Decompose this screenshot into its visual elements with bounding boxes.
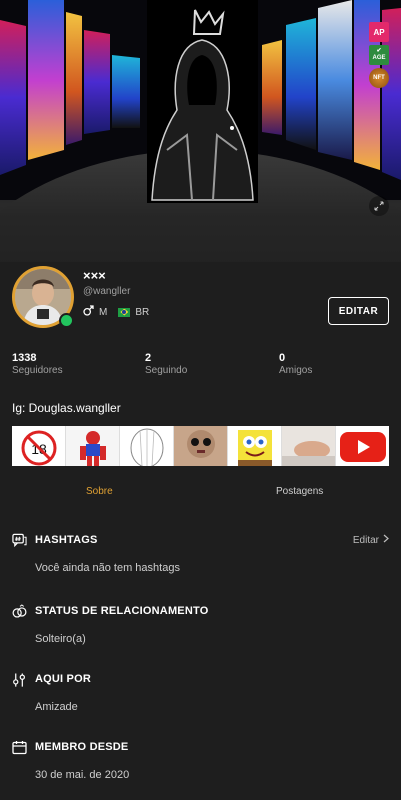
edit-profile-button[interactable]: EDITAR: [328, 297, 389, 325]
gallery-thumb-spiderman[interactable]: [66, 426, 120, 466]
calendar-icon: [12, 740, 27, 755]
edit-hashtags-link[interactable]: Editar: [353, 534, 389, 546]
stat-followers[interactable]: 1338 Seguidores: [12, 352, 63, 376]
section-title: AQUI POR: [35, 673, 91, 685]
brazil-flag-icon: [118, 307, 131, 317]
rings-icon: [12, 603, 27, 619]
expand-icon[interactable]: [369, 196, 389, 216]
profile-tabs: Sobre Postagens: [0, 486, 401, 508]
stat-value: 0: [279, 352, 286, 364]
cover-banner: AP ✔ AGE NFT: [0, 0, 401, 262]
chevron-right-icon: [383, 534, 389, 546]
check-icon: ✔: [376, 48, 382, 54]
tab-about[interactable]: Sobre: [86, 486, 113, 497]
stat-label: Seguidores: [12, 365, 63, 376]
section-value: Você ainda não tem hashtags: [35, 562, 180, 574]
photo-gallery: 18: [12, 426, 389, 466]
section-value: Solteiro(a): [35, 633, 86, 645]
stat-friends[interactable]: 0 Amigos: [279, 352, 312, 376]
stat-label: Seguindo: [145, 365, 188, 376]
section-title: MEMBRO DESDE: [35, 741, 129, 753]
section-relationship: STATUS DE RELACIONAMENTO Solteiro(a): [12, 602, 389, 645]
section-here-for: AQUI POR Amizade: [12, 670, 389, 713]
stats-row: 1338 Seguidores 2 Seguindo 0 Amigos: [12, 352, 392, 382]
stat-value: 1338: [12, 352, 37, 364]
country-label: BR: [135, 306, 150, 318]
age-badge-label: AGE: [372, 55, 386, 61]
stat-label: Amigos: [279, 365, 313, 376]
section-value: 30 de mai. de 2020: [35, 769, 130, 781]
gallery-thumb-no-under-18[interactable]: 18: [12, 426, 66, 466]
nft-badge: NFT: [369, 68, 389, 88]
profile-meta: M BR: [83, 305, 149, 319]
gallery-thumb-hand[interactable]: [282, 426, 336, 466]
tab-posts[interactable]: Postagens: [276, 486, 323, 497]
stat-following[interactable]: 2 Seguindo: [145, 352, 187, 376]
online-status-indicator: [59, 313, 74, 328]
badge-stack: AP ✔ AGE NFT: [369, 22, 389, 91]
ap-badge: AP: [369, 22, 389, 42]
age-badge: ✔ AGE: [369, 45, 389, 65]
section-hashtags: HASHTAGS Editar Você ainda não tem hasht…: [12, 531, 389, 574]
section-member-since: MEMBRO DESDE 30 de mai. de 2020: [12, 738, 389, 781]
gender-label: M: [99, 306, 108, 318]
display-name: ×××: [83, 268, 106, 283]
username: @wangller: [83, 286, 131, 297]
cover-hooded-figure: [147, 0, 258, 203]
sliders-icon: [12, 672, 27, 687]
bio-text: Ig: Douglas.wangller: [12, 401, 121, 415]
hashtag-icon: [12, 533, 27, 548]
section-value: Amizade: [35, 701, 78, 713]
gallery-thumb-spongebob[interactable]: [228, 426, 282, 466]
section-title: HASHTAGS: [35, 534, 98, 546]
gallery-thumb-doll[interactable]: [174, 426, 228, 466]
gallery-thumb-egg-sketch[interactable]: [120, 426, 174, 466]
male-icon: [83, 305, 94, 319]
stat-value: 2: [145, 352, 152, 364]
gallery-thumb-youtube[interactable]: [336, 426, 389, 466]
section-title: STATUS DE RELACIONAMENTO: [35, 605, 209, 617]
edit-hashtags-label: Editar: [352, 534, 379, 546]
